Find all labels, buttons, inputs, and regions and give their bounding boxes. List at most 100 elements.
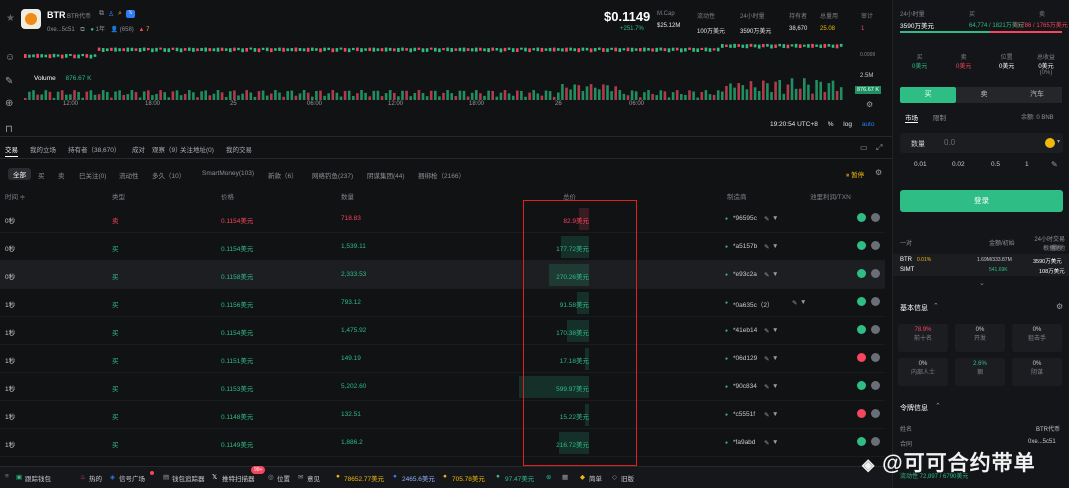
trade-maker[interactable]: *a5157b	[733, 243, 757, 250]
col-time[interactable]: 时间 ≑	[5, 191, 25, 201]
filter-duration[interactable]: 多久（10）	[152, 170, 185, 180]
tab-watch[interactable]: 观察（9）	[152, 144, 182, 154]
trade-maker[interactable]: *0a635c（2）	[733, 299, 773, 309]
filter-icon[interactable]: ▼	[800, 299, 806, 306]
edit-icon[interactable]: ✎	[764, 383, 769, 391]
menu-icon[interactable]: ≡	[5, 473, 9, 480]
trade-maker[interactable]: *96595c	[733, 215, 757, 222]
trade-maker[interactable]: *06d129	[733, 355, 757, 362]
login-button[interactable]: 登录	[900, 190, 1063, 212]
pnl-status-icon[interactable]	[857, 353, 866, 362]
edit-icon[interactable]: ✎	[764, 243, 769, 251]
link-out-icon[interactable]	[871, 297, 880, 306]
link-out-icon[interactable]	[871, 353, 880, 362]
edit-icon[interactable]: ✎	[764, 271, 769, 279]
mode-limit[interactable]: 限制	[933, 112, 946, 122]
settings-gear-icon[interactable]: ⚙	[866, 100, 873, 109]
pnl-status-icon[interactable]	[857, 409, 866, 418]
copy-contract-icon[interactable]: ⧉	[80, 27, 84, 33]
filter-settings-icon[interactable]: ⚙	[875, 168, 882, 177]
filter-phishing[interactable]: 网络钓鱼(237)	[312, 170, 353, 180]
minimize-icon[interactable]: ▭	[860, 143, 868, 152]
bottom-link-hot[interactable]: 热的	[89, 473, 102, 483]
link-out-icon[interactable]	[871, 409, 880, 418]
lock-icon[interactable]: ⊓	[5, 124, 13, 135]
x-link-icon[interactable]: 𝕏	[126, 10, 135, 18]
filter-cabal[interactable]: 阴谋集团(44)	[367, 170, 405, 180]
edit-icon[interactable]: ✎	[764, 327, 769, 335]
link-out-icon[interactable]	[871, 325, 880, 334]
auto-tab-button[interactable]: 汽车	[1012, 87, 1062, 103]
trade-maker[interactable]: *e93c2a	[733, 271, 757, 278]
bottom-link-position[interactable]: 位置	[277, 473, 290, 483]
price-chart[interactable]: ☺ ✎ ⊕ ⊓ Volume 876.67 K 0.0999 2.5M 876.…	[0, 40, 892, 135]
pnl-status-icon[interactable]	[857, 213, 866, 222]
chevron-down-icon[interactable]: ▾	[1057, 138, 1060, 145]
preset-amount[interactable]: 0.01	[914, 161, 927, 168]
link-out-icon[interactable]	[871, 381, 880, 390]
table-row[interactable]: 1秒买 0.1148美元 132.51 15.22美元 ● *c5551f ✎ ▼	[0, 401, 885, 429]
favorite-star-icon[interactable]: ★	[6, 13, 15, 24]
table-row[interactable]: 1秒买 0.1151美元 149.19 17.18美元 ● *06d129 ✎ ▼	[0, 345, 885, 373]
filter-liquidity[interactable]: 流动性	[119, 170, 139, 180]
table-row[interactable]: 1秒买 0.1156美元 793.12 91.58美元 ● *0a635c（2） ✎ ▼	[0, 289, 885, 317]
preset-amount[interactable]: 0.5	[991, 161, 1000, 168]
pause-button[interactable]: ⏸ 暂停	[846, 169, 864, 180]
mode-market[interactable]: 市场	[905, 112, 918, 123]
trade-maker[interactable]: *90c834	[733, 383, 757, 390]
search-icon[interactable]: ⌕	[118, 10, 122, 18]
info-settings-icon[interactable]: ⚙	[1056, 302, 1063, 311]
pct-toggle[interactable]: %	[828, 121, 834, 128]
edit-icon[interactable]: ✎	[792, 299, 797, 307]
filter-icon[interactable]: ▼	[772, 243, 778, 250]
collapse-icon[interactable]: ⌃	[933, 302, 939, 310]
bottom-link-simple[interactable]: 简单	[589, 473, 602, 483]
filter-icon[interactable]: ▼	[772, 355, 778, 362]
edit-icon[interactable]: ✎	[764, 355, 769, 363]
pnl-status-icon[interactable]	[857, 437, 866, 446]
stat-audit[interactable]: 审计 1	[861, 11, 873, 32]
pnl-status-icon[interactable]	[857, 325, 866, 334]
bottom-link-wallet-tracker[interactable]: 钱包追踪器	[172, 473, 205, 483]
ruler-icon[interactable]: ✎	[5, 76, 13, 87]
table-row[interactable]: 0秒买 0.1158美元 2,333.53 270.26美元 ● *e93c2a ✎ ▼	[0, 261, 885, 289]
edit-presets-icon[interactable]: ✎	[1051, 160, 1058, 169]
table-row[interactable]: 1秒买 0.1149美元 1,886.2 216.72美元 ● *fa9abd ✎ ▼	[0, 429, 885, 457]
table-row[interactable]: 0秒卖 0.1154美元 718.83 82.9美元 ● *96595c ✎ ▼	[0, 205, 885, 233]
zoom-icon[interactable]: ⊕	[5, 98, 13, 109]
contract-value[interactable]: 0xe...5c51	[1028, 439, 1056, 445]
pool-row[interactable]: BTR 0.01% 1.69M/333.87M 3590万美元 SIMT 541…	[893, 254, 1069, 276]
bnb-coin-icon[interactable]	[1045, 138, 1055, 148]
tab-my-trades[interactable]: 我的交易	[226, 144, 252, 154]
tab-followed-addresses[interactable]: 关注地址(0)	[180, 144, 214, 154]
filter-icon[interactable]: ▼	[772, 411, 778, 418]
preset-amount[interactable]: 1	[1025, 161, 1029, 168]
edit-icon[interactable]: ✎	[764, 411, 769, 419]
pnl-status-icon[interactable]	[857, 269, 866, 278]
bottom-link-signal[interactable]: 信号广场	[119, 473, 145, 483]
filter-new[interactable]: 新款（6）	[268, 170, 298, 180]
bottom-link-feedback[interactable]: 意见	[307, 473, 320, 483]
col-maker[interactable]: 制造商	[727, 191, 747, 201]
filter-buy[interactable]: 买	[38, 170, 45, 180]
buy-tab-button[interactable]: 买	[900, 87, 956, 103]
bottom-link-legacy[interactable]: 旧版	[621, 473, 634, 483]
filter-icon[interactable]: ▼	[772, 327, 778, 334]
edit-icon[interactable]: ✎	[764, 215, 769, 223]
table-row[interactable]: 1秒买 0.1154美元 1,475.92 170.38美元 ● *41eb14 ✎ ▼	[0, 317, 885, 345]
tab-holders[interactable]: 持有者（38,670）	[68, 144, 120, 154]
link-out-icon[interactable]	[871, 269, 880, 278]
copy-icon[interactable]: ⧉	[99, 10, 104, 18]
trade-maker[interactable]: *c5551f	[733, 411, 755, 418]
filter-icon[interactable]: ▼	[772, 271, 778, 278]
bottom-link-twitter-scanner[interactable]: 推特扫描器	[222, 473, 255, 483]
expand-icon[interactable]: ⤢	[876, 143, 882, 153]
table-row[interactable]: 0秒买 0.1154美元 1,539.11 177.72美元 ● *a5157b ✎ ▼	[0, 233, 885, 261]
pnl-status-icon[interactable]	[857, 297, 866, 306]
filter-followed[interactable]: 巳关注(0)	[79, 170, 106, 180]
filter-icon[interactable]: ▼	[772, 383, 778, 390]
log-toggle[interactable]: log	[843, 121, 852, 128]
tab-trades[interactable]: 交易	[5, 144, 18, 157]
pnl-status-icon[interactable]	[857, 241, 866, 250]
filter-icon[interactable]: ▼	[772, 439, 778, 446]
